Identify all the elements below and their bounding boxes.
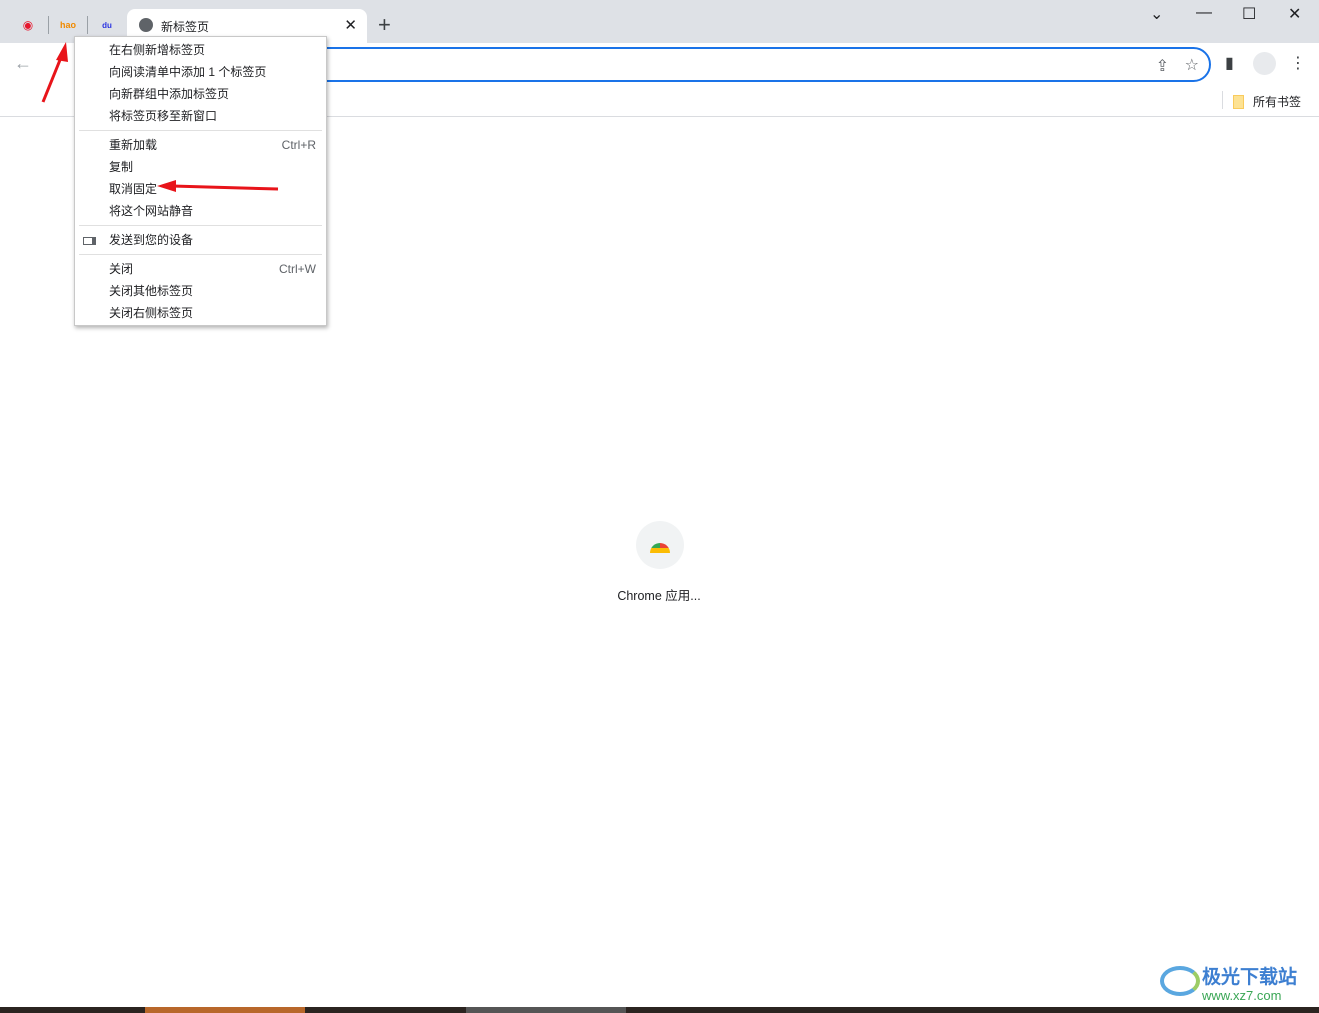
menu-item[interactable]: 发送到您的设备 — [75, 229, 326, 251]
profile-avatar[interactable] — [1253, 52, 1276, 75]
watermark-name: 极光下载站 — [1202, 967, 1298, 988]
menu-button[interactable]: ⋮ — [1290, 53, 1306, 73]
menu-item-shortcut: Ctrl+W — [279, 262, 316, 276]
menu-item[interactable]: 关闭右侧标签页 — [75, 302, 326, 324]
menu-item-label: 将这个网站静音 — [109, 204, 194, 218]
minimize-button[interactable]: — — [1196, 4, 1212, 22]
address-bar[interactable]: ⇪ ☆ — [300, 47, 1211, 82]
maximize-button[interactable]: ☐ — [1242, 4, 1256, 24]
devices-icon — [83, 237, 96, 245]
menu-separator — [79, 254, 322, 255]
folder-icon — [1233, 94, 1244, 109]
menu-item-label: 发送到您的设备 — [109, 233, 194, 247]
tab-search-button[interactable]: ⌄ — [1150, 4, 1163, 24]
menu-separator — [79, 225, 322, 226]
menu-item[interactable]: 将这个网站静音 — [75, 200, 326, 222]
chrome-apps-icon — [650, 543, 670, 553]
annotation-arrow-up — [41, 42, 68, 103]
share-icon[interactable]: ⇪ — [1156, 56, 1169, 76]
divider — [1222, 91, 1223, 109]
watermark-swirl-icon — [1160, 966, 1200, 996]
menu-item-label: 关闭其他标签页 — [109, 284, 194, 298]
menu-item-label: 关闭 — [109, 262, 134, 276]
taskbar-strip — [0, 1007, 1319, 1013]
menu-item[interactable]: 关闭 Ctrl+W — [75, 258, 326, 280]
bookmark-star-icon[interactable]: ☆ — [1185, 55, 1199, 75]
chrome-apps-label: Chrome 应用... — [617, 589, 701, 603]
close-window-button[interactable]: ✕ — [1288, 4, 1301, 24]
watermark-url: www.xz7.com — [1202, 988, 1282, 1003]
annotation-arrows — [41, 42, 279, 192]
chrome-apps-shortcut[interactable] — [636, 521, 684, 569]
menu-item[interactable]: 关闭其他标签页 — [75, 280, 326, 302]
all-bookmarks-label: 所有书签 — [1253, 95, 1302, 109]
all-bookmarks-button[interactable]: 所有书签 — [1233, 93, 1301, 110]
annotation-arrow-left — [157, 180, 279, 192]
side-panel-button[interactable]: ▮ — [1225, 53, 1234, 73]
menu-item-label: 关闭右侧标签页 — [109, 306, 194, 320]
